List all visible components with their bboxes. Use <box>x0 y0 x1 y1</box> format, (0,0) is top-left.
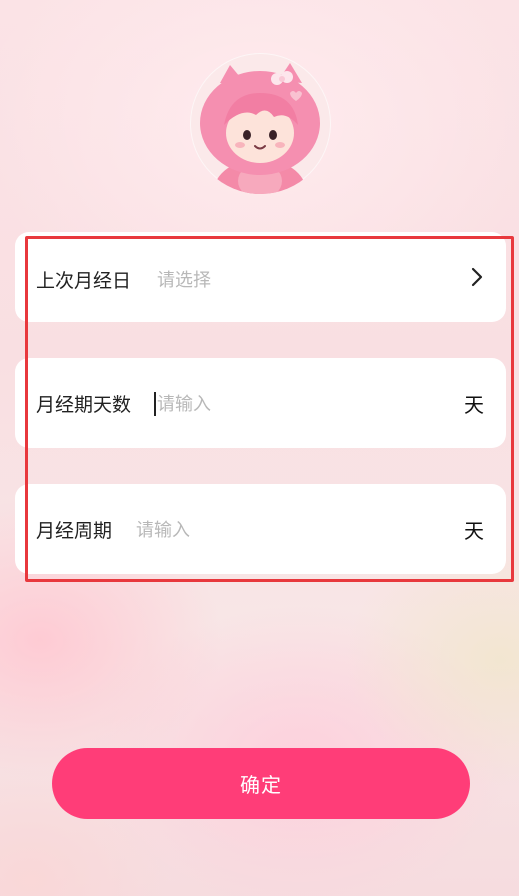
confirm-button[interactable]: 确定 <box>52 748 470 819</box>
cycle-row: 月经周期 请输入 天 <box>15 484 506 574</box>
period-days-input[interactable]: 请输入 <box>157 358 211 448</box>
chevron-right-icon[interactable] <box>468 266 486 288</box>
last-period-select[interactable]: 请选择 <box>157 234 211 324</box>
cartoon-girl-avatar-icon <box>200 63 320 194</box>
last-period-label: 上次月经日 <box>36 269 132 292</box>
period-days-row: 月经期天数 请输入 天 <box>15 358 506 448</box>
cycle-label: 月经周期 <box>36 519 113 542</box>
text-cursor <box>154 392 156 416</box>
period-days-unit: 天 <box>464 392 484 417</box>
last-period-row[interactable]: 上次月经日 请选择 <box>15 232 506 322</box>
period-days-label: 月经期天数 <box>36 393 132 416</box>
cycle-input[interactable]: 请输入 <box>136 484 190 574</box>
avatar <box>190 53 331 194</box>
cycle-unit: 天 <box>464 518 484 543</box>
